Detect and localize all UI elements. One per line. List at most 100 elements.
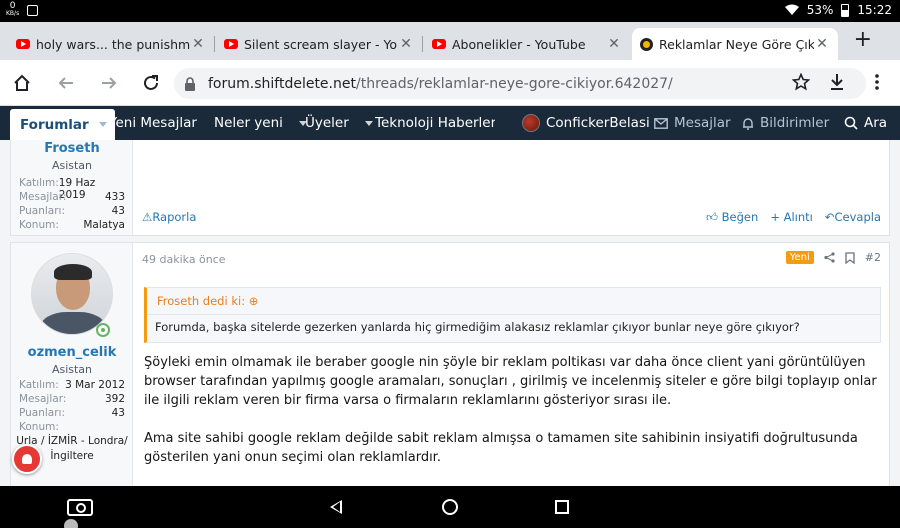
tab-abonelikler[interactable]: Abonelikler - YouTube ✕ (424, 28, 630, 60)
nav-forums[interactable]: Forumlar (10, 109, 115, 140)
nav-search-label: Ara (864, 115, 888, 131)
home-icon (14, 74, 30, 91)
forward-button[interactable] (97, 71, 121, 95)
nav-new-messages-label: Yeni Mesajlar (109, 115, 197, 131)
nav-forums-label: Forumlar (20, 116, 89, 133)
user-title: Asistan (51, 363, 93, 376)
envelope-icon (654, 117, 668, 129)
search-icon (844, 116, 858, 130)
back-button[interactable] (54, 71, 78, 95)
url-host: forum.shiftdelete.net (208, 75, 356, 92)
nav-inbox-label: Mesajlar (674, 115, 731, 131)
thumbs-up-icon: 👍︎ (705, 210, 719, 224)
nav-new-messages[interactable]: Yeni Mesajlar (109, 106, 197, 140)
lock-icon (185, 76, 195, 91)
share-icon[interactable] (824, 252, 835, 263)
nav-search[interactable]: Ara (844, 106, 887, 140)
screen: 0 KB/s 53% 15:22 holy wars... the punish… (0, 0, 900, 528)
tab-title: holy wars... the punishment (36, 36, 190, 52)
nav-alerts[interactable]: Bildirimler (742, 106, 829, 140)
user-stat-messages: Mesajlar: 433 (19, 191, 125, 203)
nav-alerts-label: Bildirimler (760, 115, 830, 131)
post-time[interactable]: 49 dakika önce (142, 253, 226, 266)
tab-holy-wars[interactable]: holy wars... the punishment ✕ (8, 28, 215, 60)
more-vert-icon (875, 74, 879, 90)
chevron-down-icon[interactable] (364, 120, 373, 126)
tab-title: Reklamlar Neye Göre Çıkıyor (659, 36, 814, 52)
status-bar: 0 KB/s 53% 15:22 (0, 0, 900, 22)
like-link[interactable]: 👍︎ Beğen (706, 210, 758, 225)
nav-tech-news-label: Teknoloji Haberleri (375, 115, 495, 131)
bookmark-icon[interactable] (845, 251, 855, 264)
notification-bubble-icon[interactable] (12, 444, 42, 474)
nav-inbox[interactable]: Mesajlar (654, 106, 731, 140)
nav-whats-new[interactable]: Neler yeni (214, 106, 307, 140)
quote-link[interactable]: + Alıntı (770, 210, 813, 225)
post-number[interactable]: #2 (865, 251, 881, 264)
close-icon[interactable]: ✕ (606, 36, 622, 52)
username-link[interactable]: Froseth (11, 141, 133, 156)
quote-body: Forumda, başka sitelerde gezerken yanlar… (155, 320, 800, 334)
youtube-icon (432, 39, 446, 49)
shiftdelete-icon (640, 37, 653, 51)
user-title: Asistan (51, 159, 93, 172)
reply-link[interactable]: ↶Cevapla (825, 210, 881, 225)
nav-account[interactable]: ConfickerBelasi (522, 106, 650, 140)
reload-button[interactable] (139, 71, 163, 95)
recents-nav-icon[interactable] (555, 500, 569, 514)
image-notification-icon (27, 4, 39, 16)
tab-title: Silent scream slayer - YouTu (244, 36, 398, 52)
post-paragraph-1: Şöyleki emin olmamak ile beraber google … (144, 355, 877, 408)
message-cell: 49 dakika önce Yeni #2 Froseth dedi ki: … (134, 243, 889, 486)
tab-silent-scream[interactable]: Silent scream slayer - YouTu ✕ (216, 28, 423, 60)
bookmark-star-button[interactable] (791, 72, 811, 95)
post-paragraph-2: Ama site sahibi google reklam değilde sa… (144, 431, 858, 465)
user-stat-joined: Katılım: 3 Mar 2012 (19, 379, 125, 391)
url-field[interactable]: forum.shiftdelete.net/threads/reklamlar-… (174, 68, 866, 99)
reload-icon (144, 75, 158, 90)
user-stat-messages: Mesajlar: 392 (19, 393, 125, 405)
nav-whats-new-label: Neler yeni (214, 115, 283, 131)
close-icon[interactable]: ✕ (190, 36, 206, 52)
nav-username: ConfickerBelasi (546, 115, 650, 131)
avatar (522, 114, 540, 132)
nav-members-label: Üyeler (305, 115, 349, 131)
clock: 15:22 (857, 3, 892, 17)
bell-icon (743, 117, 753, 130)
youtube-icon (16, 39, 30, 49)
home-button[interactable] (10, 71, 34, 95)
chevron-down-icon[interactable] (98, 122, 107, 127)
online-status-icon (96, 323, 110, 337)
address-bar: forum.shiftdelete.net/threads/reklamlar-… (0, 60, 900, 106)
nav-tech-news[interactable]: Teknoloji Haberleri (375, 106, 495, 140)
screenshot-icon[interactable] (67, 499, 93, 516)
floating-dot-icon[interactable] (64, 519, 78, 528)
quote-block: Froseth dedi ki: ⊕ Forumda, başka sitele… (144, 287, 881, 343)
report-link[interactable]: ⚠Raporla (142, 210, 196, 224)
quote-header[interactable]: Froseth dedi ki: ⊕ (157, 294, 258, 308)
user-cell: Froseth Asistan Katılım: 19 Haz 2019 Mesa… (11, 140, 133, 235)
user-stat-location: Konum: (19, 421, 59, 433)
battery-icon (841, 3, 850, 17)
home-nav-icon[interactable] (442, 499, 458, 515)
download-button[interactable] (829, 73, 845, 95)
system-nav-bar (0, 486, 900, 528)
tab-strip: holy wars... the punishment ✕ Silent scr… (0, 22, 900, 60)
tab-reklamlar[interactable]: Reklamlar Neye Göre Çıkıyor ✕ (632, 28, 838, 60)
post-froseth: Froseth Asistan Katılım: 19 Haz 2019 Mesa… (10, 140, 890, 236)
new-tab-button[interactable]: + (854, 29, 872, 51)
new-badge: Yeni (785, 251, 814, 264)
arrow-up-circle-icon: ⊕ (248, 294, 259, 308)
thread-content: Froseth Asistan Katılım: 19 Haz 2019 Mesa… (0, 140, 900, 486)
nav-members[interactable]: Üyeler (305, 106, 373, 140)
back-nav-icon[interactable] (330, 500, 342, 514)
forum-nav: Forumlar Yeni Mesajlar Neler yeni Üyeler… (0, 106, 900, 140)
close-icon[interactable]: ✕ (398, 36, 414, 52)
username-link[interactable]: ozmen_celik (11, 345, 133, 360)
menu-button[interactable] (874, 73, 880, 95)
arrow-left-icon (58, 77, 73, 89)
url-path: /threads/reklamlar-neye-gore-cikiyor.642… (355, 75, 673, 92)
post-ozmen-celik: ozmen_celik Asistan Katılım: 3 Mar 2012 M… (10, 242, 890, 486)
user-stat-points: Puanları: 43 (19, 205, 125, 217)
close-icon[interactable]: ✕ (814, 36, 830, 52)
